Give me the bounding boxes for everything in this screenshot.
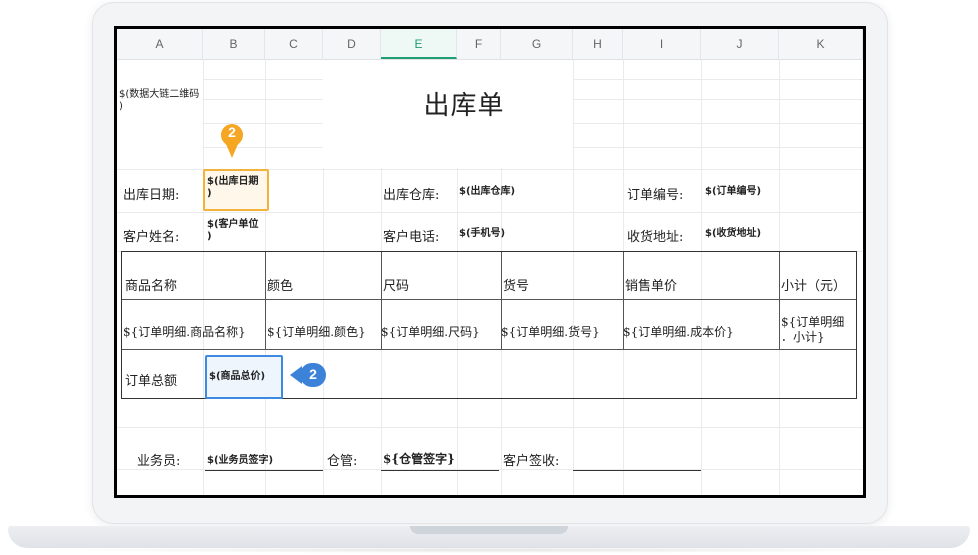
warehouse-keeper-signature-line — [381, 470, 499, 471]
delivery-address-label: 收货地址: — [627, 230, 684, 245]
warehouse-keeper-value[interactable]: ${仓管签字} — [383, 450, 455, 467]
order-total-value: $(商品总价) — [209, 371, 266, 382]
customer-sign-label: 客户签收: — [503, 454, 560, 469]
cell-subtotal-line1: ${订单明细 — [781, 315, 845, 329]
qr-code-placeholder-line2: ) — [119, 101, 123, 112]
laptop-notch — [410, 526, 568, 534]
cell-product-name[interactable]: ${订单明细.商品名称} — [123, 323, 246, 340]
salesman-signature-line — [205, 470, 323, 471]
laptop-shadow — [40, 547, 938, 553]
customer-name-label: 客户姓名: — [123, 230, 180, 245]
customer-phone-value[interactable]: $(手机号) — [459, 228, 505, 240]
spreadsheet-screen: A B C D E F G H I J K $(数据大链二维码 ) 出库单 出库… — [114, 26, 866, 498]
column-header-k[interactable]: K — [779, 29, 863, 59]
column-header-g[interactable]: G — [501, 29, 573, 59]
column-header-b[interactable]: B — [203, 29, 265, 59]
customer-name-value-line1: $(客户单位 — [207, 219, 259, 230]
header-subtotal: 小计（元） — [781, 279, 847, 294]
document-title[interactable]: 出库单 — [409, 85, 519, 121]
cell-item-number[interactable]: ${订单明细.货号} — [501, 323, 600, 340]
cell-cost-price[interactable]: ${订单明细.成本价} — [623, 323, 734, 340]
warehouse-keeper-label: 仓管: — [327, 454, 358, 469]
delivery-address-value[interactable]: $(收货地址) — [705, 228, 761, 240]
header-unit-price: 销售单价 — [625, 279, 678, 294]
order-total-label: 订单总额 — [125, 374, 178, 389]
orange-pin-tip — [226, 144, 238, 158]
customer-phone-label: 客户电话: — [383, 230, 440, 245]
ship-date-value-line1: $(出库日期 — [207, 176, 259, 187]
column-header-e[interactable]: E — [381, 29, 457, 59]
table-divider — [779, 252, 780, 349]
cell-subtotal[interactable]: ${订单明细 ．小计} — [781, 315, 844, 345]
qr-code-placeholder-line1: $(数据大链二维码 — [119, 89, 200, 100]
ship-warehouse-label: 出库仓库: — [383, 188, 440, 203]
header-product-name: 商品名称 — [125, 279, 178, 294]
header-item-number: 货号 — [503, 279, 530, 294]
customer-name-value[interactable]: $(客户单位 ) — [207, 219, 259, 243]
customer-name-value-line2: ) — [207, 231, 212, 242]
salesman-value[interactable]: $(业务员签字) — [207, 455, 273, 467]
column-header-row: A B C D E F G H I J K — [117, 29, 863, 60]
column-header-h[interactable]: H — [573, 29, 623, 59]
header-color: 颜色 — [267, 279, 294, 294]
cell-color[interactable]: ${订单明细.颜色} — [267, 323, 366, 340]
orange-pin-number: 2 — [228, 124, 236, 140]
column-header-a[interactable]: A — [117, 29, 203, 59]
table-divider — [265, 252, 266, 349]
order-number-label: 订单编号: — [627, 188, 684, 203]
qr-merged-area — [117, 60, 203, 168]
salesman-label: 业务员: — [137, 454, 181, 469]
header-size: 尺码 — [383, 279, 410, 294]
blue-tag-number: 2 — [309, 366, 317, 382]
customer-signature-line — [573, 470, 701, 471]
column-header-i[interactable]: I — [623, 29, 701, 59]
qr-code-placeholder[interactable]: $(数据大链二维码 ) — [119, 89, 199, 113]
cell-size[interactable]: ${订单明细.尺码} — [381, 323, 480, 340]
grid-line — [117, 427, 863, 428]
column-header-j[interactable]: J — [701, 29, 779, 59]
grid-line — [117, 212, 863, 213]
table-divider — [122, 299, 856, 300]
cell-subtotal-line2: ．小计} — [781, 330, 825, 344]
column-header-f[interactable]: F — [457, 29, 501, 59]
ship-date-value-line2: ) — [207, 188, 212, 199]
column-header-c[interactable]: C — [265, 29, 323, 59]
table-divider — [122, 349, 856, 350]
column-header-d[interactable]: D — [323, 29, 381, 59]
ship-warehouse-value[interactable]: $(出库仓库) — [459, 186, 515, 198]
ship-date-label: 出库日期: — [123, 188, 180, 203]
order-number-value[interactable]: $(订单编号) — [705, 186, 761, 198]
ship-date-value: $(出库日期 ) — [207, 176, 259, 200]
